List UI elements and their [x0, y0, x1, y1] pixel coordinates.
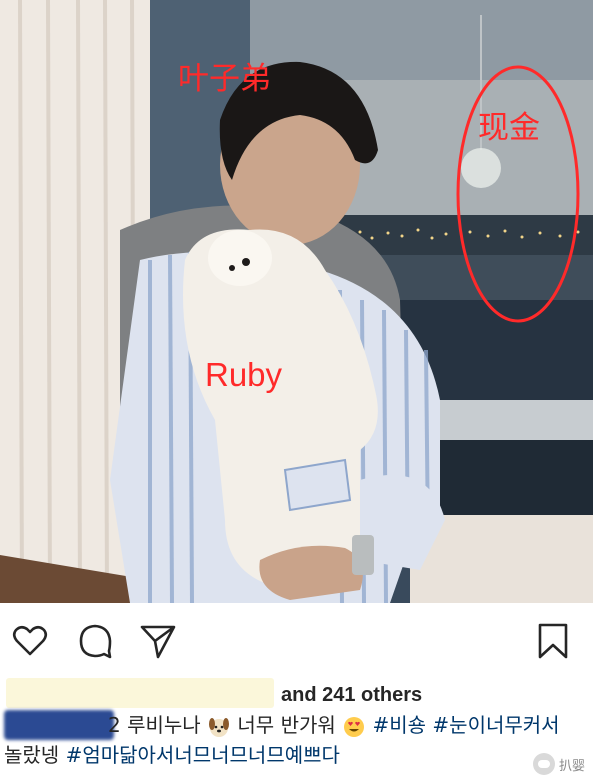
likes-row: and 241 others	[0, 676, 593, 712]
save-button[interactable]	[533, 621, 573, 661]
heart-icon	[12, 625, 48, 656]
likes-others-link[interactable]: and 241 others	[281, 684, 422, 707]
wechat-icon	[532, 753, 555, 775]
like-button[interactable]	[10, 621, 50, 661]
liked-by-username-redacted[interactable]	[6, 678, 274, 708]
caption-line-2: 놀랐넹 #엄마닮아서너므너므너므예쁘다	[4, 742, 340, 768]
post-photo[interactable]: 叶子弟 现金 Ruby	[0, 0, 593, 603]
caption-username-redacted[interactable]	[4, 710, 114, 740]
dog-face-icon	[209, 717, 230, 737]
post-caption: 2 루비누나 너무 반가워 #비숑 #눈이너무커서 놀랐넹 #엄마닮아서너므너므…	[0, 708, 593, 783]
comment-button[interactable]	[76, 621, 116, 661]
caption-text-1: 2 루비누나	[108, 713, 201, 737]
comment-icon	[79, 624, 112, 659]
annotation-name-label: 叶子弟	[178, 61, 271, 97]
caption-text-2: 너무 반가워	[237, 713, 336, 737]
annotation-dog-label: Ruby	[205, 356, 283, 393]
watermark: 扒婴	[532, 753, 585, 775]
post-action-bar	[0, 603, 593, 673]
send-icon	[140, 625, 176, 659]
annotation-cash-label: 现金	[478, 110, 540, 146]
watermark-text: 扒婴	[558, 758, 585, 774]
share-button[interactable]	[138, 621, 178, 661]
bookmark-icon	[538, 623, 568, 659]
caption-line-1: 2 루비누나 너무 반가워 #비숑 #눈이너무커서	[108, 712, 560, 739]
hashtag-link[interactable]: #눈이너무커서	[432, 713, 559, 737]
heart-eyes-icon	[344, 716, 365, 737]
photo-scene	[0, 0, 593, 603]
caption-text-3: 놀랐넹	[4, 743, 66, 767]
hashtag-link[interactable]: #엄마닮아서너므너므너므예쁘다	[66, 743, 340, 767]
hashtag-link[interactable]: #비숑	[372, 713, 426, 737]
